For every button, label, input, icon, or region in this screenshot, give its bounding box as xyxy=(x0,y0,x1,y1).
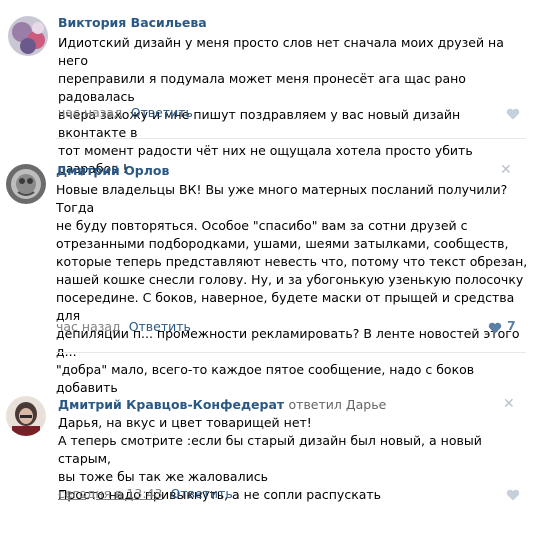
like-heart-icon[interactable] xyxy=(506,489,520,504)
like-heart-icon[interactable] xyxy=(506,108,520,123)
comment-time[interactable]: сегодня в 13:43 xyxy=(58,486,162,501)
avatar[interactable] xyxy=(8,16,48,56)
reply-to-label[interactable]: ответил Дарье xyxy=(289,397,387,412)
comment-time[interactable]: час назад xyxy=(58,105,123,120)
close-icon[interactable]: ✕ xyxy=(503,396,515,412)
comment-meta: час назад Ответить xyxy=(58,105,193,120)
comment-1: Виктория Васильева Идиотский дизайн у ме… xyxy=(0,0,534,176)
author-name[interactable]: Дмитрий Кравцов-Конфедерат xyxy=(58,397,284,412)
divider xyxy=(56,352,526,353)
comment-3: Дмитрий Кравцов-Конфедерат ответил Дарье… xyxy=(0,380,534,520)
comment-meta: час назад Ответить xyxy=(56,319,191,334)
comment-author[interactable]: Дмитрий Орлов xyxy=(56,163,169,178)
comment-meta: сегодня в 13:43 Ответить xyxy=(58,486,233,501)
comment-2: Дмитрий Орлов ✕ Новые владельцы ВК! Вы у… xyxy=(0,150,534,395)
reply-button[interactable]: Ответить xyxy=(129,319,191,334)
comment-author[interactable]: Дмитрий Кравцов-Конфедерат ответил Дарье xyxy=(58,397,386,412)
comment-author[interactable]: Виктория Васильева xyxy=(58,15,207,30)
divider xyxy=(56,138,526,139)
comment-text: Новые владельцы ВК! Вы уже много матерны… xyxy=(56,182,528,395)
like-count: 7 xyxy=(507,318,516,333)
reply-button[interactable]: Ответить xyxy=(131,105,193,120)
reply-button[interactable]: Ответить xyxy=(170,486,232,501)
close-icon[interactable]: ✕ xyxy=(500,162,512,178)
comment-time[interactable]: час назад xyxy=(56,319,121,334)
avatar[interactable] xyxy=(6,164,46,204)
like-heart-icon[interactable] xyxy=(488,322,502,337)
avatar[interactable] xyxy=(6,396,46,436)
